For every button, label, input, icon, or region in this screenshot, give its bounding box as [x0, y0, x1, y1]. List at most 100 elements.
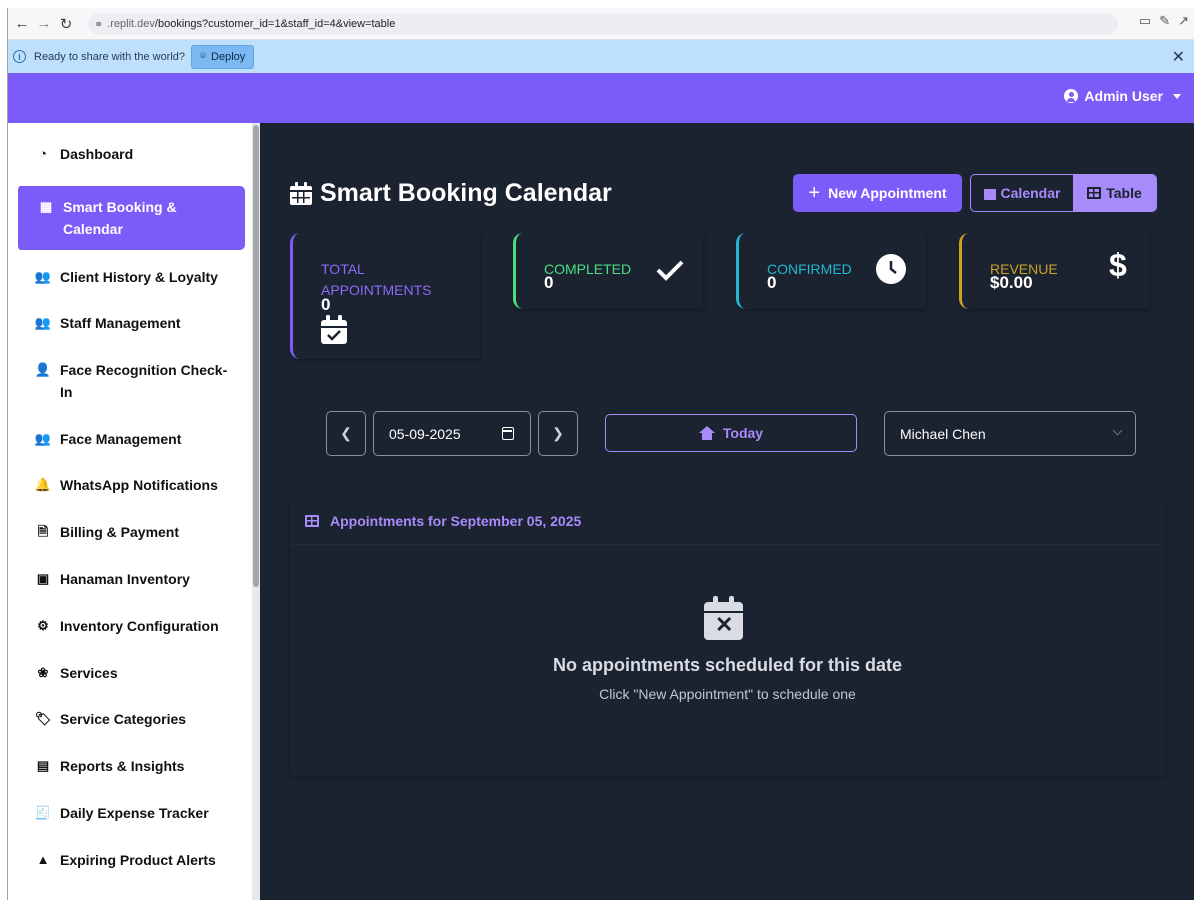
sidebar-item[interactable]: ◔ Dashboard: [15, 143, 245, 165]
sidebar-item[interactable]: ⚙ Inventory Configuration: [15, 615, 245, 637]
stat-value-completed: 0: [544, 273, 554, 292]
empty-state-title: No appointments scheduled for this date: [552, 655, 903, 675]
sidebar-item[interactable]: ▦ Smart Booking & Calendar: [15, 186, 245, 250]
sidebar: ◔ Dashboard ▦ Smart Booking & Calendar 👥 Clie…: [8, 123, 252, 900]
close-icon[interactable]: ✕: [1172, 47, 1185, 67]
sidebar-item[interactable]: 👤 Face Recognition Check-In: [15, 359, 245, 403]
chevron-down-icon: [1112, 425, 1123, 436]
clock-icon: [876, 254, 906, 289]
sidebar-item-label: Inventory Configuration: [60, 618, 219, 634]
stat-card-completed: COMPLETED 0: [513, 233, 703, 309]
sidebar-scrollbar[interactable]: [252, 123, 260, 900]
site-info-icon[interactable]: ⚭: [94, 18, 103, 31]
sidebar-item[interactable]: ▤ Reports & Insights: [15, 755, 245, 777]
home-icon: [698, 426, 715, 440]
spa-icon: ❀: [37, 665, 49, 680]
page-title: Smart Booking Calendar: [290, 179, 612, 208]
scrollbar-thumb[interactable]: [253, 125, 259, 587]
sidebar-item-label: Service Categories: [60, 711, 187, 727]
view-toggle: Calendar Table: [970, 174, 1157, 212]
sidebar-item[interactable]: 🔔 WhatsApp Notifications: [15, 474, 245, 496]
chevron-left-icon: ❮: [340, 425, 352, 441]
calendar-check-icon: [321, 315, 347, 344]
sidebar-item-label: WhatsApp Notifications: [60, 477, 218, 493]
deploy-button[interactable]: ⌾ Deploy: [191, 44, 255, 69]
stat-label-completed: COMPLETED: [544, 261, 632, 277]
wrench-icon[interactable]: ✎: [1159, 13, 1170, 29]
devices-icon[interactable]: ▭: [1139, 13, 1151, 29]
page-title-text: Smart Booking Calendar: [320, 179, 612, 207]
user-check-icon: 👤: [34, 362, 52, 377]
deploy-label: Deploy: [211, 50, 246, 63]
calendar-icon: ▦: [39, 199, 53, 214]
stat-card-revenue: REVENUE $0.00 $: [959, 233, 1149, 309]
stat-value-revenue: $0.00: [990, 273, 1033, 292]
table-view-label: Table: [1106, 185, 1142, 201]
next-day-button[interactable]: ❯: [538, 411, 578, 456]
date-input[interactable]: 05-09-2025: [373, 411, 531, 456]
divider: [290, 544, 1165, 545]
calendar-picker-icon[interactable]: [502, 427, 514, 440]
back-arrow-icon[interactable]: ←: [11, 13, 33, 35]
gauge-icon: ◔: [39, 146, 47, 161]
sidebar-item-label: Daily Expense Tracker: [60, 805, 209, 821]
new-appointment-button[interactable]: + New Appointment: [793, 174, 962, 212]
staff-select[interactable]: Michael Chen: [884, 411, 1136, 456]
user-name: Admin User: [1084, 88, 1163, 104]
previous-day-button[interactable]: ❮: [326, 411, 366, 456]
browser-toolbar: ← → ↻ ⚭ .replit.dev /bookings?customer_i…: [8, 8, 1194, 40]
invoice-icon: 🗎: [37, 524, 49, 539]
users-icon: 👥: [34, 269, 52, 284]
boxes-icon: ▣: [36, 571, 50, 586]
tags-icon: 🏷: [34, 711, 52, 726]
sidebar-item[interactable]: ▣ Hanaman Inventory: [15, 568, 245, 590]
sidebar-item-label: Client History & Loyalty: [60, 269, 218, 285]
sidebar-item[interactable]: ▲ Expiring Product Alerts: [15, 849, 245, 871]
warning-icon: ▲: [36, 852, 50, 867]
stat-label-total: TOTAL APPOINTMENTS: [321, 261, 432, 298]
open-external-icon[interactable]: ↗: [1178, 13, 1189, 29]
sidebar-item[interactable]: 👥 Face Management: [15, 428, 245, 450]
sidebar-item-label: Face Recognition Check-In: [60, 362, 228, 400]
today-button[interactable]: Today: [605, 414, 857, 452]
sidebar-item-label: Staff Management: [60, 315, 181, 331]
table-icon: [305, 515, 319, 527]
user-menu[interactable]: Admin User: [1064, 88, 1181, 104]
table-view-button[interactable]: Table: [1073, 175, 1156, 211]
user-friends-icon: 👥: [34, 431, 52, 446]
stat-label-confirmed: CONFIRMED: [767, 261, 852, 277]
sidebar-item[interactable]: 👥 Staff Management: [15, 312, 245, 334]
browser-actions: ▭ ✎ ↗: [1139, 13, 1189, 29]
sidebar-item-label: Expiring Product Alerts: [60, 852, 216, 868]
main-content: Smart Booking Calendar + New Appointment…: [260, 123, 1194, 900]
stat-value-total: 0: [321, 295, 331, 314]
stat-value-confirmed: 0: [767, 273, 777, 292]
users-cog-icon: 👥: [34, 315, 52, 330]
url-host: .replit.dev: [107, 18, 155, 30]
bell-icon: 🔔: [34, 477, 52, 492]
stat-card-confirmed: CONFIRMED 0: [736, 233, 926, 309]
table-icon: [1087, 187, 1102, 199]
receipt-icon: 🧾: [34, 805, 52, 820]
stat-card-total: TOTAL APPOINTMENTS 0: [290, 233, 480, 359]
address-bar[interactable]: ⚭ .replit.dev /bookings?customer_id=1&st…: [88, 13, 1118, 35]
user-circle-icon: [1064, 89, 1079, 103]
sidebar-item[interactable]: 👥 Client History & Loyalty: [15, 266, 245, 288]
check-icon: [656, 259, 684, 286]
calendar-view-button[interactable]: Calendar: [971, 175, 1073, 211]
forward-arrow-icon[interactable]: →: [33, 13, 55, 35]
sidebar-item[interactable]: 🏷 Service Categories: [15, 708, 245, 730]
dollar-icon: $: [1109, 247, 1127, 283]
empty-state-subtitle: Click "New Appointment" to schedule one: [599, 686, 856, 702]
sidebar-item[interactable]: 🧾 Daily Expense Tracker: [15, 802, 245, 824]
reload-icon[interactable]: ↻: [55, 13, 77, 35]
sidebar-item[interactable]: ❀ Services: [15, 662, 245, 684]
sidebar-item[interactable]: 🗎 Billing & Payment: [15, 521, 245, 543]
new-appointment-label: New Appointment: [828, 185, 947, 201]
sidebar-item-label: Face Management: [60, 431, 182, 447]
today-label: Today: [722, 425, 764, 441]
caret-down-icon: [1173, 93, 1181, 99]
sidebar-item-label: Hanaman Inventory: [60, 571, 190, 587]
deploy-infobar: i Ready to share with the world? ⌾ Deplo…: [8, 40, 1194, 73]
sidebar-item-label: Services: [60, 665, 118, 681]
